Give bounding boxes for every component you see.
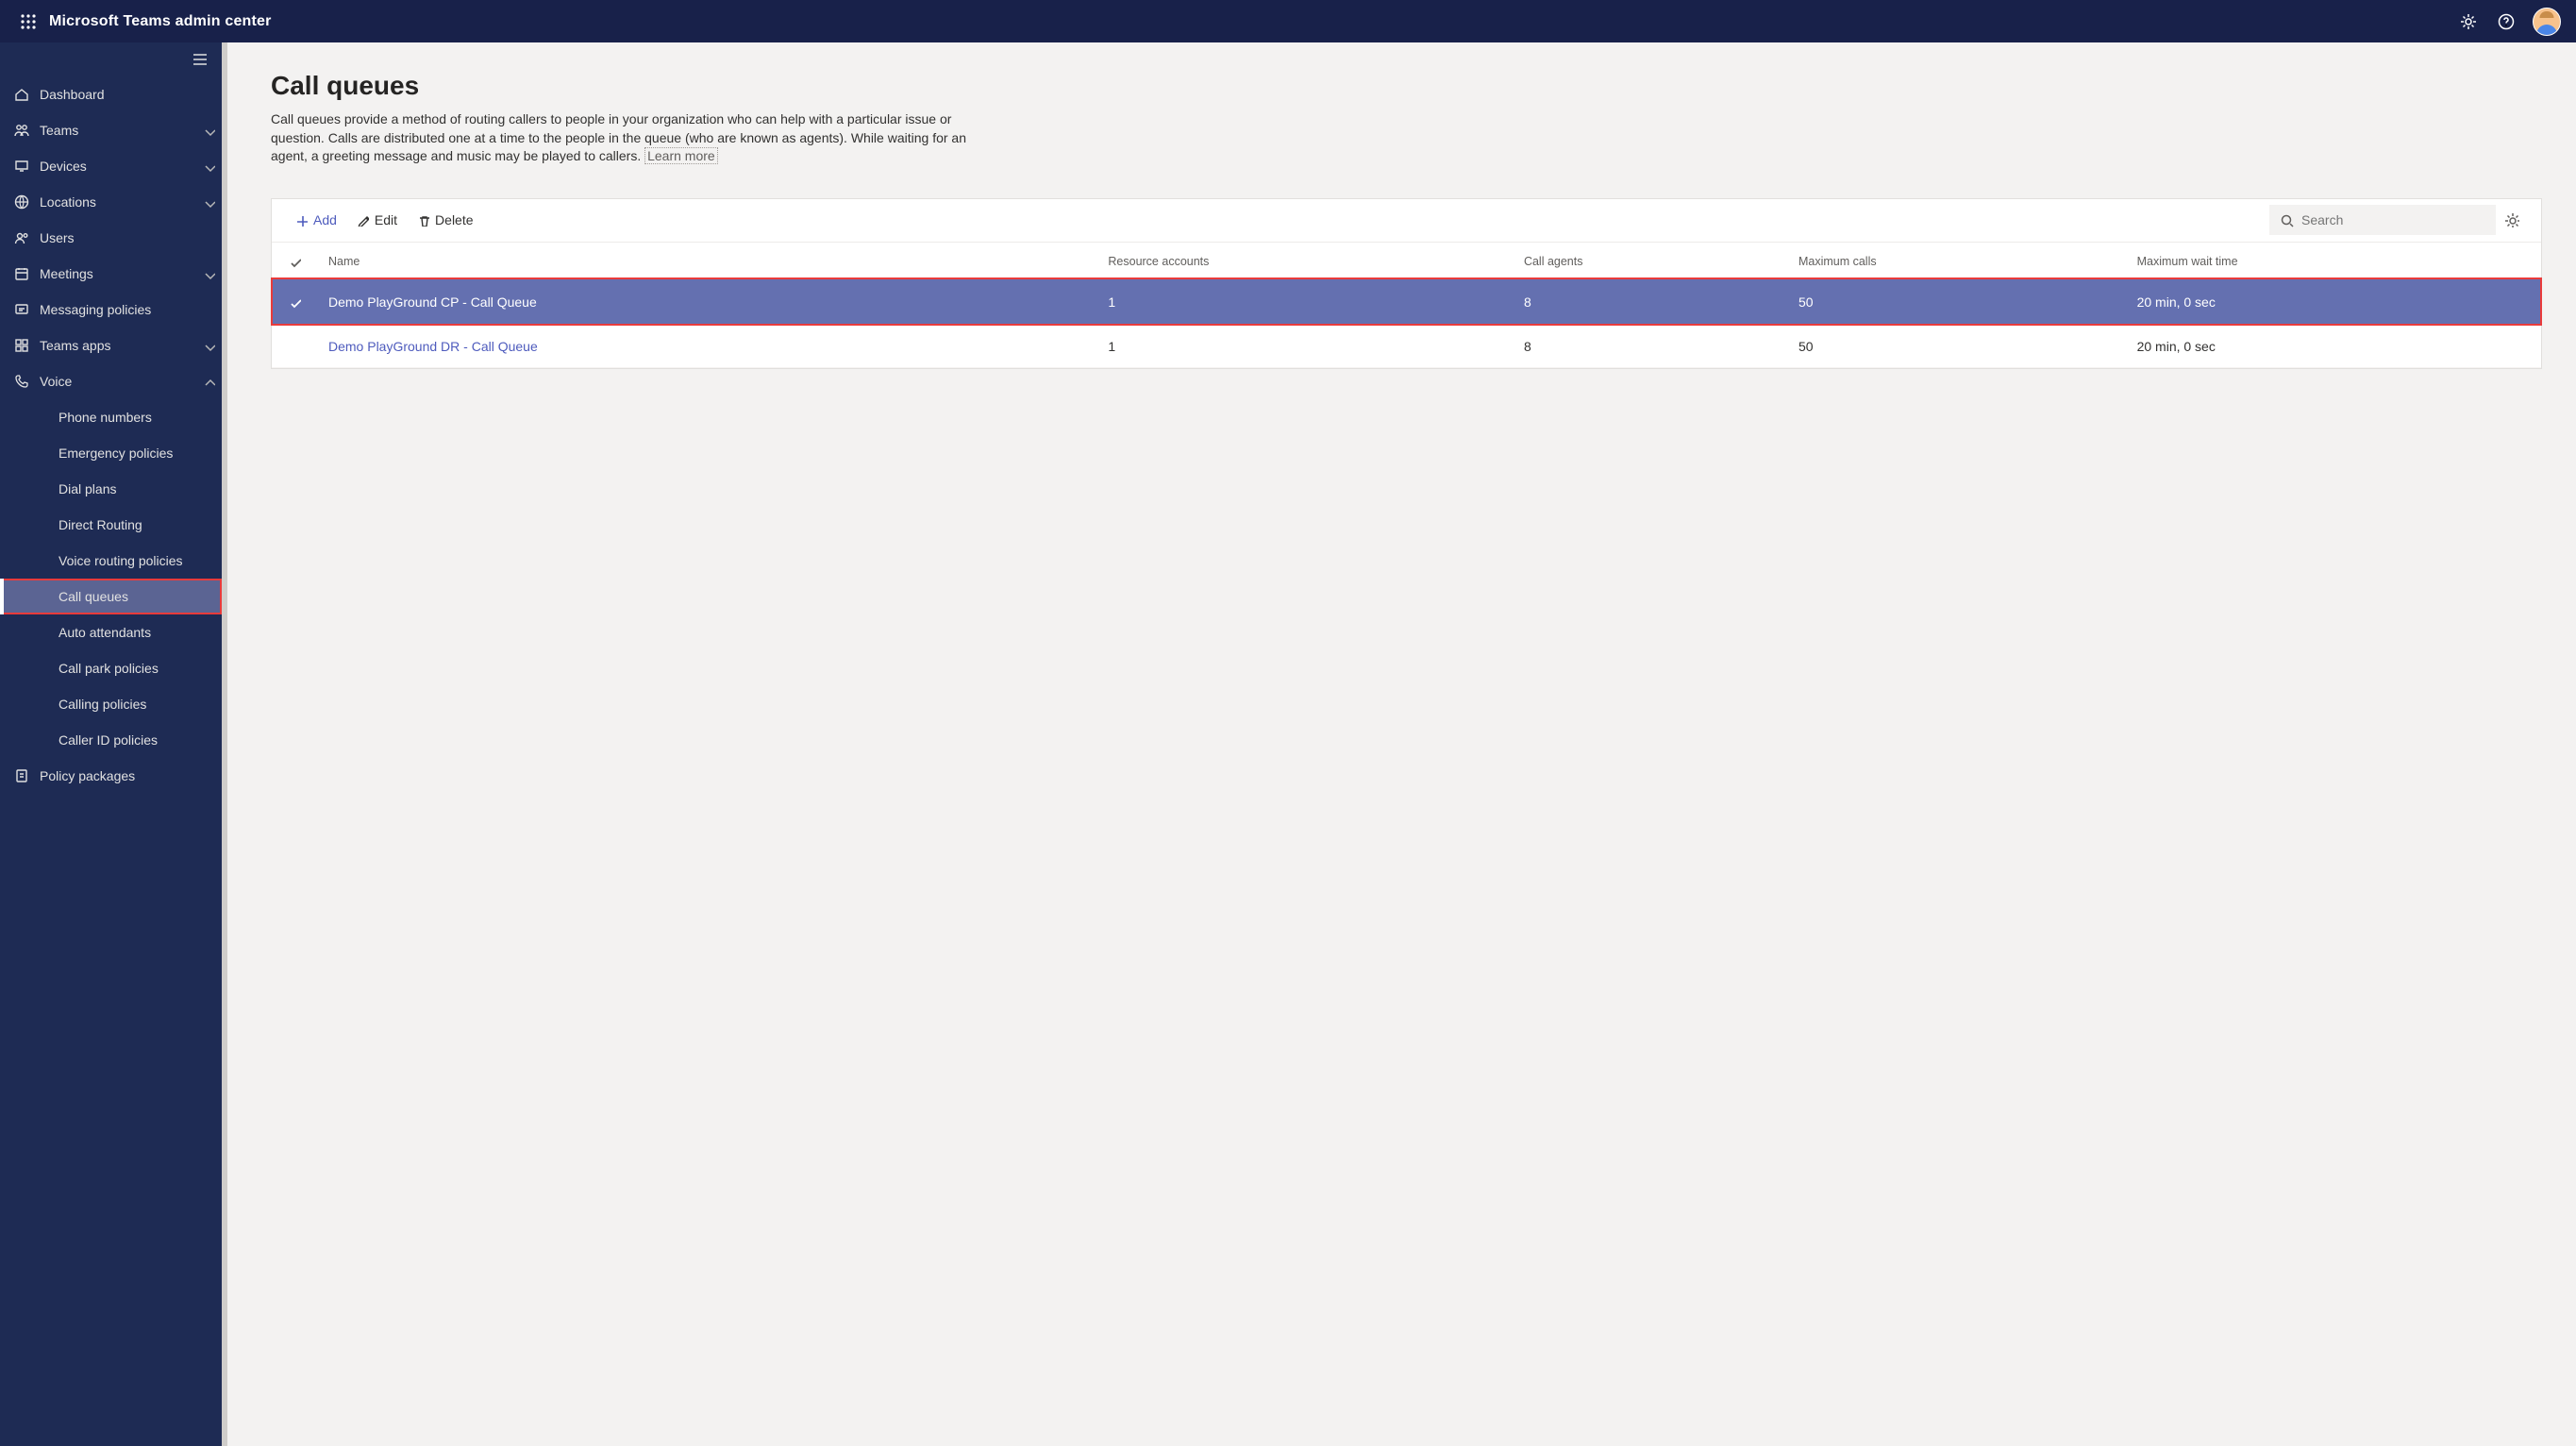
- column-select[interactable]: [272, 243, 317, 279]
- queues-table: Name Resource accounts Call agents Maxim…: [272, 243, 2541, 368]
- top-bar: Microsoft Teams admin center: [0, 0, 2576, 42]
- cell-call-agents: 8: [1513, 325, 1787, 367]
- chevron-down-icon: [195, 160, 222, 173]
- sidebar-item-label: Meetings: [40, 266, 195, 281]
- sidebar-subitem-emergency-policies[interactable]: Emergency policies: [0, 435, 222, 471]
- sidebar-item-label: Users: [40, 230, 222, 245]
- column-max-wait[interactable]: Maximum wait time: [2126, 243, 2541, 279]
- cell-name: Demo PlayGround DR - Call Queue: [317, 325, 1096, 367]
- sidebar-item-label: Devices: [40, 159, 195, 174]
- edit-button[interactable]: Edit: [346, 205, 407, 235]
- sidebar-item-policy-packages[interactable]: Policy packages: [0, 758, 222, 794]
- teams-icon: [13, 122, 40, 139]
- help-icon[interactable]: [2487, 1, 2525, 42]
- cell-max-calls: 50: [1787, 278, 2126, 325]
- sidebar-subitem-calling-policies[interactable]: Calling policies: [0, 686, 222, 722]
- globe-icon: [13, 193, 40, 210]
- learn-more-link[interactable]: Learn more: [644, 147, 718, 164]
- cell-max-wait: 20 min, 0 sec: [2126, 325, 2541, 367]
- cell-call-agents: 8: [1513, 278, 1787, 325]
- column-call-agents[interactable]: Call agents: [1513, 243, 1787, 279]
- sidebar-subitem-phone-numbers[interactable]: Phone numbers: [0, 399, 222, 435]
- devices-icon: [13, 158, 40, 175]
- sidebar-item-label: Messaging policies: [40, 302, 222, 317]
- settings-gear-icon[interactable]: [2450, 1, 2487, 42]
- table-row[interactable]: Demo PlayGround DR - Call Queue 185020 mi…: [272, 325, 2541, 367]
- column-name[interactable]: Name: [317, 243, 1096, 279]
- cell-max-wait: 20 min, 0 sec: [2126, 278, 2541, 325]
- sidebar-item-label: Dashboard: [40, 87, 222, 102]
- delete-button[interactable]: Delete: [407, 205, 482, 235]
- sidebar: Dashboard Teams Devices Locations Users Meeti…: [0, 42, 222, 1446]
- main-content: Call queues Call queues provide a method…: [227, 42, 2576, 1446]
- sidebar-item-label: Voice: [40, 374, 195, 389]
- chevron-down-icon: [195, 339, 222, 352]
- home-icon: [13, 86, 40, 103]
- page-title: Call queues: [271, 71, 2542, 101]
- chevron-down-icon: [195, 195, 222, 209]
- page-description: Call queues provide a method of routing …: [271, 110, 969, 166]
- trash-icon: [416, 213, 429, 227]
- users-icon: [13, 229, 40, 246]
- row-checkbox[interactable]: [272, 278, 317, 325]
- sidebar-item-dashboard[interactable]: Dashboard: [0, 76, 222, 112]
- column-resource-accounts[interactable]: Resource accounts: [1096, 243, 1513, 279]
- product-title: Microsoft Teams admin center: [49, 13, 272, 30]
- sidebar-item-label: Teams apps: [40, 338, 195, 353]
- user-avatar[interactable]: [2533, 8, 2561, 36]
- sidebar-subitem-dial-plans[interactable]: Dial plans: [0, 471, 222, 507]
- sidebar-item-meetings[interactable]: Meetings: [0, 256, 222, 292]
- app-launcher-icon[interactable]: [8, 13, 49, 30]
- pencil-icon: [356, 213, 369, 227]
- sidebar-item-locations[interactable]: Locations: [0, 184, 222, 220]
- cell-name: Demo PlayGround CP - Call Queue: [317, 278, 1096, 325]
- table-row[interactable]: Demo PlayGround CP - Call Queue 185020 mi…: [272, 278, 2541, 325]
- add-button[interactable]: Add: [285, 205, 346, 235]
- message-icon: [13, 301, 40, 318]
- panel-toolbar: Add Edit Delete: [272, 199, 2541, 243]
- sidebar-item-label: Locations: [40, 194, 195, 210]
- sidebar-subitem-direct-routing[interactable]: Direct Routing: [0, 507, 222, 543]
- sidebar-subitem-call-queues[interactable]: Call queues: [0, 579, 222, 614]
- sidebar-item-voice[interactable]: Voice: [0, 363, 222, 399]
- phone-icon: [13, 373, 40, 390]
- chevron-down-icon: [195, 267, 222, 280]
- queue-name-link[interactable]: Demo PlayGround CP - Call Queue: [328, 294, 537, 310]
- sidebar-item-label: Teams: [40, 123, 195, 138]
- sidebar-item-label: Policy packages: [40, 768, 222, 783]
- search-box[interactable]: [2269, 205, 2496, 235]
- sidebar-subitem-voice-routing-policies[interactable]: Voice routing policies: [0, 543, 222, 579]
- chevron-down-icon: [195, 124, 222, 137]
- sidebar-subitem-caller-id-policies[interactable]: Caller ID policies: [0, 722, 222, 758]
- search-icon: [2279, 212, 2294, 227]
- column-max-calls[interactable]: Maximum calls: [1787, 243, 2126, 279]
- calendar-icon: [13, 265, 40, 282]
- row-checkbox[interactable]: [272, 325, 317, 367]
- queue-name-link[interactable]: Demo PlayGround DR - Call Queue: [328, 339, 538, 354]
- chevron-up-icon: [195, 375, 222, 388]
- queues-panel: Add Edit Delete: [271, 198, 2542, 369]
- plus-icon: [294, 213, 308, 227]
- cell-resource-accounts: 1: [1096, 325, 1513, 367]
- sidebar-item-users[interactable]: Users: [0, 220, 222, 256]
- sidebar-item-devices[interactable]: Devices: [0, 148, 222, 184]
- sidebar-item-teams-apps[interactable]: Teams apps: [0, 328, 222, 363]
- sidebar-collapse-button[interactable]: [0, 42, 222, 76]
- policy-icon: [13, 767, 40, 784]
- sidebar-subitem-call-park-policies[interactable]: Call park policies: [0, 650, 222, 686]
- apps-icon: [13, 337, 40, 354]
- sidebar-item-teams[interactable]: Teams: [0, 112, 222, 148]
- cell-max-calls: 50: [1787, 325, 2126, 367]
- search-input[interactable]: [2301, 212, 2486, 227]
- sidebar-item-messaging-policies[interactable]: Messaging policies: [0, 292, 222, 328]
- table-settings-icon[interactable]: [2496, 212, 2528, 227]
- sidebar-subitem-auto-attendants[interactable]: Auto attendants: [0, 614, 222, 650]
- cell-resource-accounts: 1: [1096, 278, 1513, 325]
